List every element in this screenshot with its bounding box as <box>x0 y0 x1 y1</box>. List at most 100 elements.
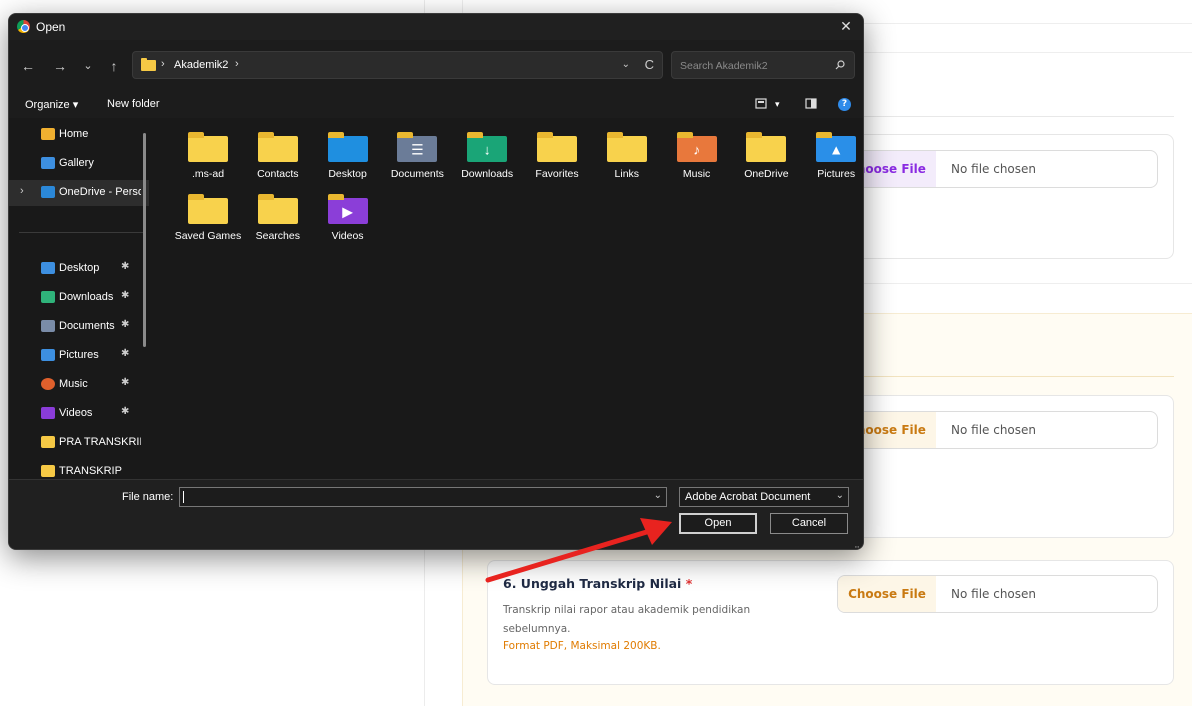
sidebar-item-label: Gallery <box>59 157 94 169</box>
new-folder-button[interactable]: New folder <box>107 98 160 110</box>
file-input[interactable]: Choose File No file chosen <box>837 411 1158 449</box>
upload-description: Transkrip nilai rapor atau akademik pend… <box>503 604 751 635</box>
open-button[interactable]: Open <box>679 513 757 534</box>
chevron-down-icon[interactable]: ⌄ <box>836 490 844 501</box>
folder-name: .ms-ad <box>191 168 225 180</box>
folder-icon <box>41 436 55 448</box>
chevron-right-icon[interactable]: › <box>20 185 24 197</box>
folder-icon: ☰ <box>397 132 438 162</box>
upload-title-text: 6. Unggah Transkrip Nilai <box>503 576 682 591</box>
file-status: No file chosen <box>951 423 1037 437</box>
folder-item[interactable]: .ms-ad <box>173 132 243 180</box>
choose-file-button[interactable]: Choose File <box>838 576 936 612</box>
chevron-down-icon[interactable]: ⌄ <box>654 490 662 501</box>
view-mode-icon[interactable] <box>755 98 767 109</box>
resize-grip-icon[interactable]: ⣀ <box>854 539 860 548</box>
folder-icon <box>746 132 787 162</box>
command-bar: Organize ▾ New folder ▾ ? <box>9 92 863 118</box>
folder-name: Pictures <box>817 168 856 180</box>
folder-name: OneDrive <box>744 168 789 180</box>
search-box[interactable] <box>671 51 855 79</box>
folder-item[interactable]: OneDrive <box>731 132 801 180</box>
folder-name: Music <box>682 168 711 180</box>
help-icon[interactable]: ? <box>838 98 851 111</box>
folder-item[interactable]: Favorites <box>522 132 592 180</box>
search-input[interactable] <box>680 58 820 74</box>
pin-icon[interactable]: ✱ <box>121 290 129 301</box>
sidebar-item-documents[interactable]: Documents ✱ <box>9 314 149 340</box>
dialog-titlebar[interactable]: Open ✕ <box>9 14 863 40</box>
pin-icon[interactable]: ✱ <box>121 319 129 330</box>
folder-name: Saved Games <box>174 230 242 242</box>
folder-icon <box>327 132 368 162</box>
sidebar-item-videos[interactable]: Videos ✱ <box>9 401 149 427</box>
sidebar-item-pra-transkrip[interactable]: PRA TRANSKRIP <box>9 430 149 456</box>
refresh-icon[interactable]: C <box>645 57 654 72</box>
chrome-icon <box>17 20 30 33</box>
sidebar-divider <box>19 232 145 233</box>
folder-icon: ▲ <box>816 132 857 162</box>
breadcrumb-folder[interactable]: Akademik2 <box>174 59 228 71</box>
back-arrow-icon[interactable]: ← <box>19 57 37 75</box>
address-bar[interactable]: › Akademik2 › ⌄ C <box>132 51 663 79</box>
sidebar-item-gallery[interactable]: Gallery <box>9 151 149 177</box>
breadcrumb-separator: › <box>161 58 165 70</box>
file-input-transkrip[interactable]: Choose File No file chosen <box>837 575 1158 613</box>
pin-icon[interactable]: ✱ <box>121 406 129 417</box>
organize-menu[interactable]: Organize ▾ <box>25 98 78 111</box>
folder-item[interactable]: ☰ Documents <box>382 132 452 180</box>
sidebar-item-music[interactable]: Music ✱ <box>9 372 149 398</box>
navigation-pane: Home Gallery › OneDrive - Perso Desktop ✱… <box>9 118 152 479</box>
folder-item[interactable]: Contacts <box>243 132 313 180</box>
document-icon <box>41 320 55 332</box>
sidebar-item-desktop[interactable]: Desktop ✱ <box>9 256 149 282</box>
folder-name: Searches <box>255 230 300 242</box>
gallery-icon <box>41 157 55 169</box>
pictures-icon <box>41 349 55 361</box>
folder-name: Favorites <box>535 168 579 180</box>
pin-icon[interactable]: ✱ <box>121 377 129 388</box>
sidebar-item-onedrive[interactable]: › OneDrive - Perso <box>9 180 149 206</box>
folder-icon: ♪ <box>676 132 717 162</box>
folder-item[interactable]: Desktop <box>313 132 383 180</box>
folder-item[interactable]: ↓ Downloads <box>452 132 522 180</box>
sidebar-item-home[interactable]: Home <box>9 122 149 148</box>
music-icon <box>41 378 55 390</box>
file-input[interactable]: Choose File No file chosen <box>837 150 1158 188</box>
folder-item[interactable]: ▲ Pictures <box>801 132 863 180</box>
sidebar-item-pictures[interactable]: Pictures ✱ <box>9 343 149 369</box>
file-name-input[interactable]: ⌄ <box>179 487 667 507</box>
folder-icon: ↓ <box>467 132 508 162</box>
folder-item[interactable]: Searches <box>243 194 313 242</box>
pin-icon[interactable]: ✱ <box>121 261 129 272</box>
folder-item[interactable]: Saved Games <box>173 194 243 242</box>
pin-icon[interactable]: ✱ <box>121 348 129 359</box>
close-button[interactable]: ✕ <box>837 17 855 35</box>
recent-locations-icon[interactable]: ⌄ <box>79 57 97 75</box>
forward-arrow-icon[interactable]: → <box>51 57 69 75</box>
text-caret <box>183 491 184 503</box>
download-icon <box>41 291 55 303</box>
folder-item[interactable]: Links <box>592 132 662 180</box>
folder-icon: ▶ <box>327 194 368 224</box>
file-type-value: Adobe Acrobat Document <box>685 491 811 503</box>
cloud-icon <box>41 186 55 198</box>
folder-item[interactable]: ♪ Music <box>662 132 732 180</box>
folder-icon <box>141 58 156 71</box>
cancel-button[interactable]: Cancel <box>770 513 848 534</box>
file-list: .ms-ad Contacts Desktop ☰ Documents ↓ Download… <box>152 118 863 479</box>
folder-name: Downloads <box>461 168 514 180</box>
folder-name: Videos <box>331 230 364 242</box>
sidebar-item-downloads[interactable]: Downloads ✱ <box>9 285 149 311</box>
file-type-select[interactable]: Adobe Acrobat Document ⌄ <box>679 487 849 507</box>
navigation-bar: ← → ⌄ ↑ › Akademik2 › ⌄ C <box>9 40 863 92</box>
up-arrow-icon[interactable]: ↑ <box>105 57 123 75</box>
search-icon[interactable] <box>835 60 845 70</box>
breadcrumb-separator[interactable]: › <box>235 58 239 70</box>
view-dropdown-icon[interactable]: ▾ <box>775 99 780 110</box>
preview-pane-icon[interactable] <box>805 98 817 109</box>
chevron-down-icon[interactable]: ⌄ <box>622 59 630 70</box>
required-marker: * <box>685 576 693 591</box>
folder-item[interactable]: ▶ Videos <box>313 194 383 242</box>
file-status: No file chosen <box>951 162 1037 176</box>
